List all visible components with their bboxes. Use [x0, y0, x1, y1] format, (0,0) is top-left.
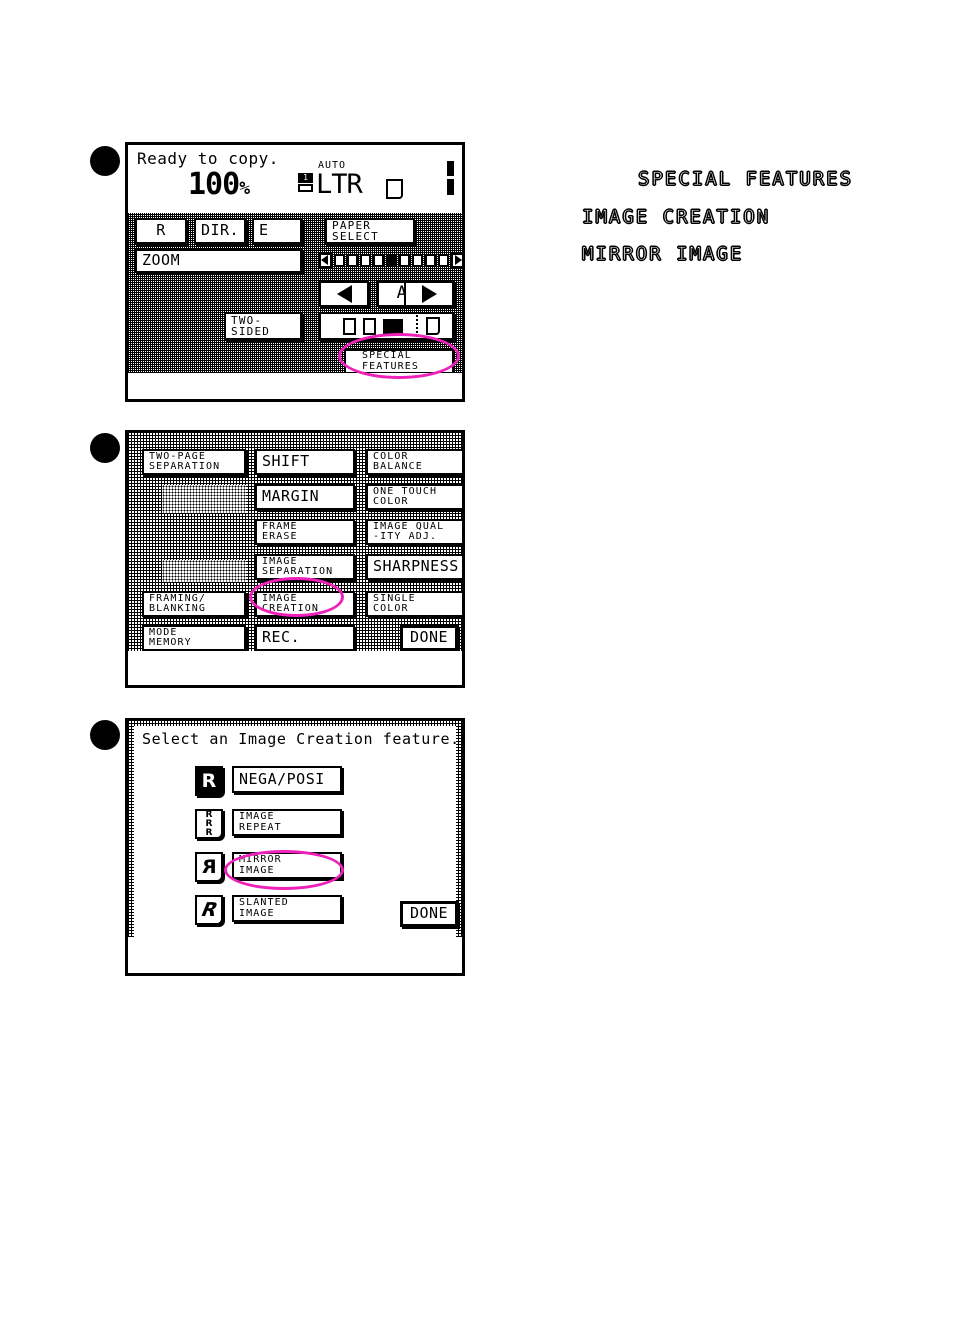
zoom-slider[interactable] [319, 253, 462, 268]
zoom-slider-increase-cap[interactable] [451, 253, 462, 268]
panel3-body: Select an Image Creation feature. R NEGA… [128, 721, 462, 943]
exposure-lighter-button[interactable] [319, 281, 369, 307]
zoom-slider-step[interactable] [360, 254, 371, 267]
zoom-slider-step[interactable] [399, 254, 410, 267]
zoom-slider-step[interactable] [412, 254, 423, 267]
two-sided-button[interactable]: TWO- SIDED [224, 312, 302, 340]
mode-memory-button[interactable]: MODE MEMORY [142, 625, 246, 651]
left-column-blank-slot [162, 560, 246, 582]
done-button[interactable]: DONE [400, 625, 458, 651]
done-button[interactable]: DONE [400, 901, 458, 927]
caption-mirror-image: MIRROR IMAGE [581, 242, 744, 265]
slanted-image-button[interactable]: SLANTED IMAGE [232, 895, 342, 922]
zoom-ratio-value: 100 [188, 167, 240, 202]
zoom-slider-step[interactable] [425, 254, 436, 267]
sheet-orientation-icon [386, 179, 403, 199]
image-quality-adjust-button[interactable]: IMAGE QUAL -ITY ADJ. [366, 519, 462, 545]
image-creation-button[interactable]: IMAGE CREATION [255, 591, 355, 617]
step-bullet-1 [90, 146, 120, 176]
panel2-body: TWO-PAGE SEPARATION FRAMING/ BLANKING MO… [128, 433, 462, 657]
ratio-r-button[interactable]: R [135, 218, 187, 244]
panel1-header: Ready to copy. 100% 1 AUTO LTR [128, 145, 462, 213]
paper-size-label: LTR [316, 169, 363, 200]
cassette-number: 1 [298, 173, 313, 183]
color-balance-button[interactable]: COLOR BALANCE [366, 449, 462, 475]
zoom-button[interactable]: ZOOM [135, 249, 302, 273]
panel1-body: R DIR. E PAPER SELECT ZOOM A TWO- SIDED … [128, 213, 462, 379]
slanted-image-icon: R [195, 895, 223, 925]
margin-button[interactable]: MARGIN [255, 484, 355, 510]
original-type-group[interactable] [319, 312, 454, 340]
map-icon[interactable] [383, 318, 403, 334]
two-page-separation-button[interactable]: TWO-PAGE SEPARATION [142, 449, 246, 475]
left-arrow-icon [336, 285, 352, 303]
step-bullet-3 [90, 720, 120, 750]
shift-button[interactable]: SHIFT [255, 449, 355, 475]
rec-button[interactable]: REC. [255, 625, 355, 651]
panel2-footer [128, 651, 462, 685]
zoom-ratio-unit: % [239, 178, 250, 199]
divider [416, 315, 419, 337]
image-creation-screen-panel: Select an Image Creation feature. R NEGA… [125, 718, 465, 976]
step-bullet-2 [90, 433, 120, 463]
panel3-title: Select an Image Creation feature. [142, 730, 460, 748]
text-icon[interactable] [343, 317, 356, 335]
exposure-darker-button[interactable] [404, 281, 454, 307]
mirror-image-icon: R [195, 852, 223, 882]
zoom-slider-step[interactable] [373, 254, 384, 267]
image-repeat-button[interactable]: IMAGE REPEAT [232, 809, 342, 836]
frame-erase-button[interactable]: FRAME ERASE [255, 519, 355, 545]
sharpness-button[interactable]: SHARPNESS [366, 554, 462, 580]
zoom-slider-decrease-cap[interactable] [319, 253, 332, 268]
image-separation-button[interactable]: IMAGE SEPARATION [255, 554, 355, 580]
page-icon[interactable] [426, 317, 440, 335]
photo-icon[interactable] [363, 317, 376, 335]
special-features-button[interactable]: SPECIAL FEATURES [344, 349, 454, 374]
zoom-slider-step[interactable] [438, 254, 449, 267]
nega-posi-button[interactable]: NEGA/POSI [232, 766, 342, 793]
panel3-footer [128, 937, 462, 973]
one-touch-color-button[interactable]: ONE TOUCH COLOR [366, 484, 462, 510]
zoom-slider-step[interactable] [334, 254, 345, 267]
zoom-ratio-readout: 100% [188, 167, 250, 202]
status-message: Ready to copy. [137, 149, 279, 168]
framing-blanking-button[interactable]: FRAMING/ BLANKING [142, 591, 246, 617]
mirror-image-button[interactable]: MIRROR IMAGE [232, 852, 342, 879]
ratio-direction-button[interactable]: DIR. [194, 218, 246, 244]
toner-level-indicator [447, 161, 454, 195]
single-color-button[interactable]: SINGLE COLOR [366, 591, 462, 617]
right-arrow-icon [421, 285, 437, 303]
image-repeat-icon: RRR [195, 809, 223, 839]
special-features-screen-panel: TWO-PAGE SEPARATION FRAMING/ BLANKING MO… [125, 430, 465, 688]
zoom-slider-step-active[interactable] [386, 254, 397, 267]
nega-posi-icon: R [195, 766, 223, 796]
zoom-slider-step[interactable] [347, 254, 358, 267]
caption-image-creation: IMAGE CREATION [581, 205, 771, 228]
ratio-e-button[interactable]: E [252, 218, 302, 244]
paper-select-button[interactable]: PAPER SELECT [325, 218, 415, 244]
left-column-blank-slot [162, 485, 246, 513]
cassette-icon: 1 [298, 173, 313, 193]
panel1-footer [128, 373, 462, 399]
caption-special-features: SPECIAL FEATURES [637, 167, 854, 190]
main-copy-screen-panel: Ready to copy. 100% 1 AUTO LTR R DIR. E … [125, 142, 465, 402]
